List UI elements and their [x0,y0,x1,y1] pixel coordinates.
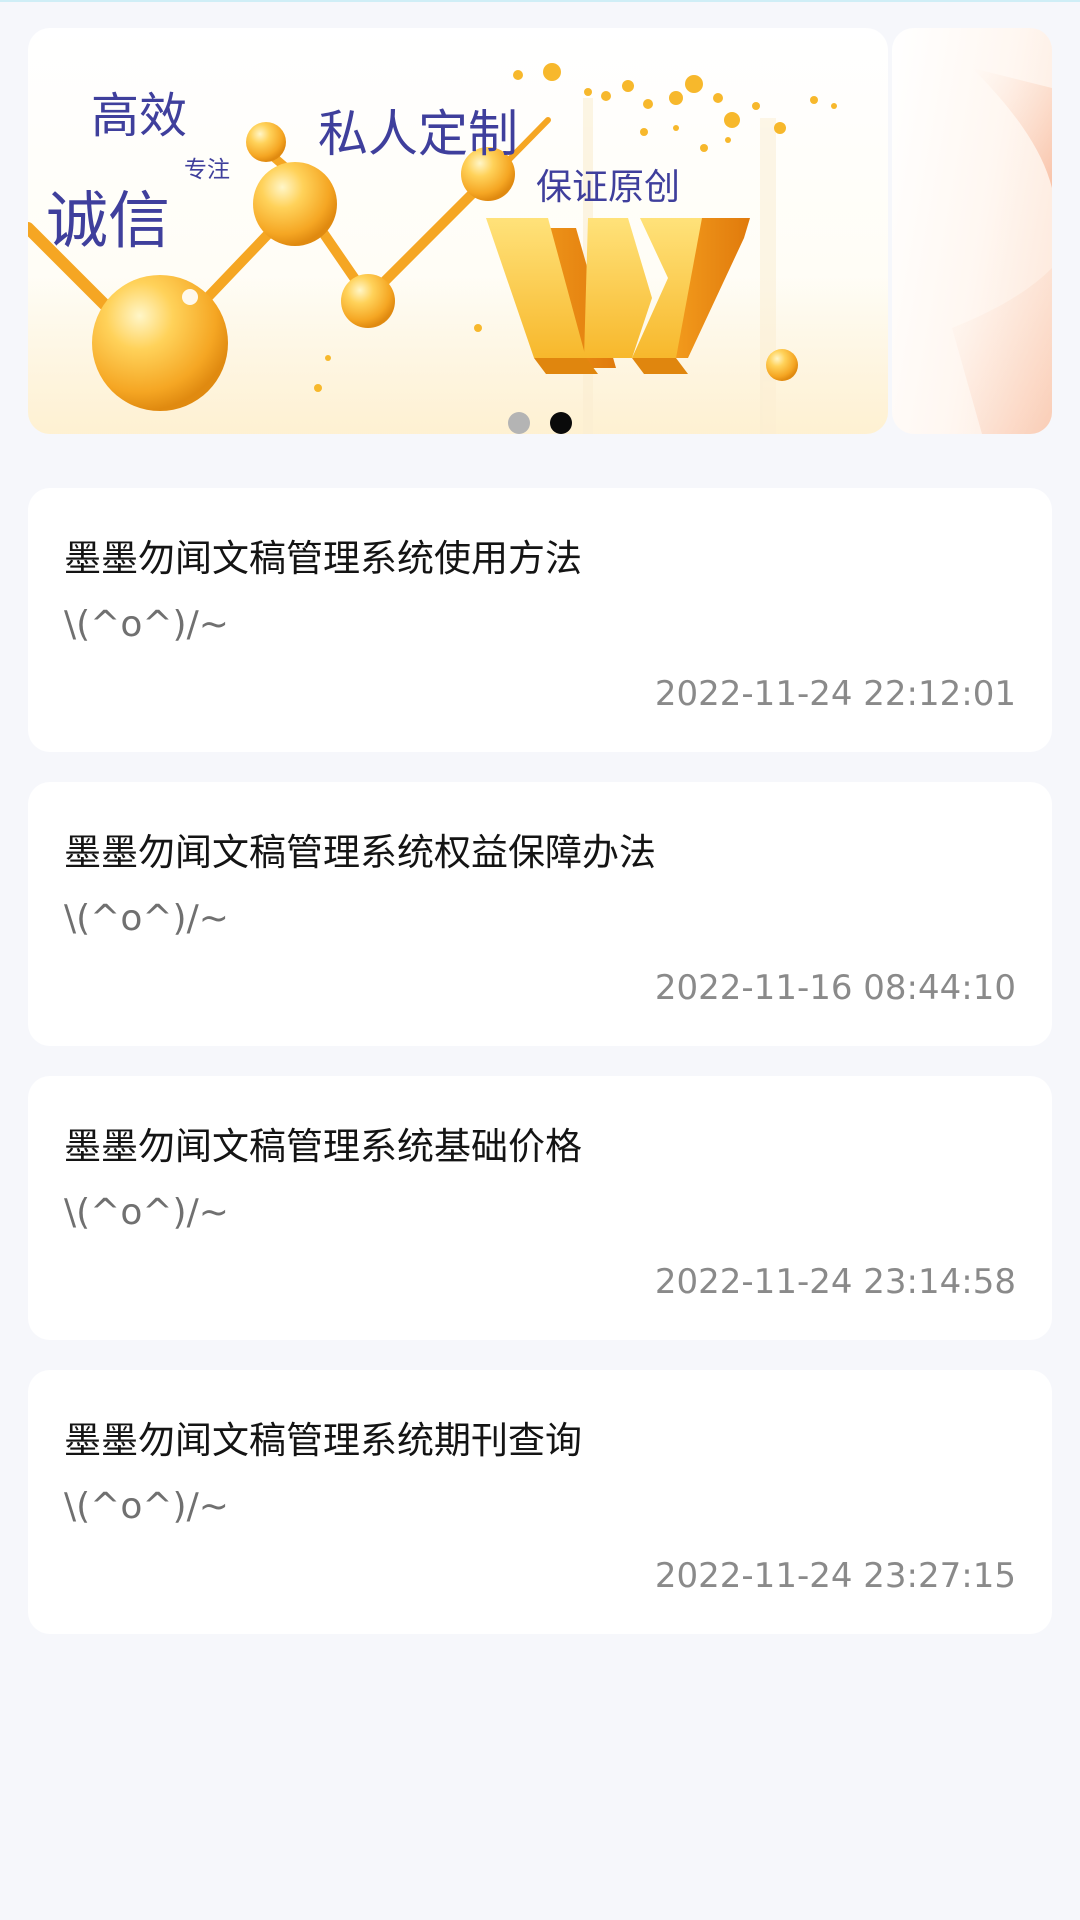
banner-word-gaoxiao: 高效 [91,88,188,144]
banner-carousel[interactable]: 高效 专注 诚信 私人定制 保证原创 [28,28,1052,434]
banner-slide-next-peek[interactable] [892,28,1052,434]
news-list: 墨墨勿闻文稿管理系统使用方法 \(^o^)/~ 2022-11-24 22:12… [28,488,1052,1664]
news-card[interactable]: 墨墨勿闻文稿管理系统权益保障办法 \(^o^)/~ 2022-11-16 08:… [28,782,1052,1046]
banner-word-zhuanzhu: 专注 [184,157,230,183]
banner-slide[interactable]: 高效 专注 诚信 私人定制 保证原创 [28,28,888,434]
news-subtitle: \(^o^)/~ [64,604,229,645]
top-border [0,0,1080,2]
banner-word-baozheng: 保证原创 [536,167,681,208]
news-title: 墨墨勿闻文稿管理系统权益保障办法 [64,831,656,874]
news-card[interactable]: 墨墨勿闻文稿管理系统期刊查询 \(^o^)/~ 2022-11-24 23:27… [28,1370,1052,1634]
peek-illustration [952,68,1052,434]
news-subtitle: \(^o^)/~ [64,1192,229,1233]
carousel-dot-1[interactable] [508,412,530,434]
news-card[interactable]: 墨墨勿闻文稿管理系统使用方法 \(^o^)/~ 2022-11-24 22:12… [28,488,1052,752]
banner-word-chengxin: 诚信 [46,184,171,257]
news-date: 2022-11-24 23:27:15 [654,1556,1016,1596]
news-card[interactable]: 墨墨勿闻文稿管理系统基础价格 \(^o^)/~ 2022-11-24 23:14… [28,1076,1052,1340]
news-date: 2022-11-24 22:12:01 [654,674,1016,714]
news-title: 墨墨勿闻文稿管理系统使用方法 [64,537,582,580]
carousel-dot-2[interactable] [550,412,572,434]
news-title: 墨墨勿闻文稿管理系统期刊查询 [64,1419,582,1462]
news-date: 2022-11-16 08:44:10 [654,968,1016,1008]
news-title: 墨墨勿闻文稿管理系统基础价格 [64,1125,582,1168]
news-subtitle: \(^o^)/~ [64,898,229,939]
news-date: 2022-11-24 23:14:58 [654,1262,1016,1302]
banner-word-siren: 私人定制 [318,105,518,163]
carousel-indicator [508,412,572,434]
news-subtitle: \(^o^)/~ [64,1486,229,1527]
